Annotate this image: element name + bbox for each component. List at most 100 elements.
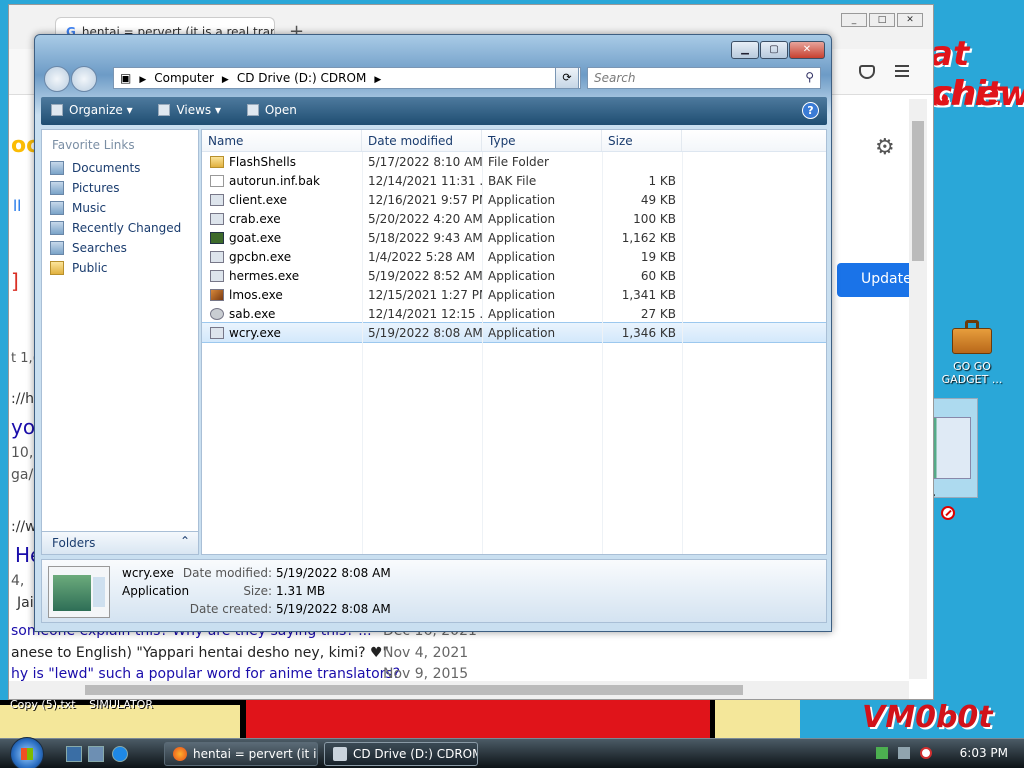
explorer-window-controls: ▁ ▢ ✕ (730, 41, 825, 59)
favorite-searches[interactable]: Searches (42, 238, 198, 258)
breadcrumb-arrow-icon: ▶ (221, 75, 229, 85)
close-button[interactable]: ✕ (789, 41, 825, 59)
details-file-name: wcry.exe (122, 566, 174, 580)
wallpaper-text: chew (932, 74, 1024, 114)
file-row[interactable]: lmos.exe 12/15/2021 1:27 PM Application 1,3… (202, 285, 826, 304)
file-name-cell: wcry.exe (202, 326, 362, 340)
file-row[interactable]: FlashShells 5/17/2022 8:10 AM File Folder (202, 152, 826, 171)
documents-icon (50, 161, 64, 175)
maximize-button[interactable]: ▢ (760, 41, 788, 59)
details-created-label: Date created: (189, 602, 272, 616)
file-row[interactable]: gpcbn.exe 1/4/2022 5:28 AM Application 19 K… (202, 247, 826, 266)
favorite-links-title: Favorite Links (52, 138, 135, 152)
search-result-link[interactable]: hy is "lewd" such a popular word for ani… (11, 666, 400, 682)
favorite-music[interactable]: Music (42, 198, 198, 218)
open-button[interactable]: Open (246, 103, 297, 117)
favorite-pictures[interactable]: Pictures (42, 178, 198, 198)
favorite-recently-changed[interactable]: Recently Changed (42, 218, 198, 238)
file-type-cell: Application (488, 306, 556, 321)
views-icon (158, 104, 171, 116)
file-row[interactable]: autorun.inf.bak 12/14/2021 11:31 ... BAK F… (202, 171, 826, 190)
help-icon[interactable]: ? (802, 102, 819, 119)
application-icon (210, 250, 224, 263)
browser-window-controls: _ □ ✕ (839, 11, 923, 27)
file-name-cell: sab.exe (202, 307, 362, 321)
start-button[interactable] (10, 737, 44, 768)
details-size-value: 1.31 MB (276, 584, 326, 598)
details-modified-label: Date modified: (182, 566, 272, 580)
file-row[interactable]: hermes.exe 5/19/2022 8:52 AM Application 60… (202, 266, 826, 285)
search-result-date: Nov 4, 2021 (383, 645, 469, 661)
page-fragment: Jai (17, 595, 34, 611)
folders-toggle[interactable]: Folders ⌃ (41, 531, 199, 555)
search-result-link[interactable]: anese to English) "Yappari hentai desho … (11, 645, 389, 661)
file-size-cell: 49 KB (640, 192, 676, 207)
file-row[interactable]: wcry.exe 5/19/2022 8:08 AM Application 1,34… (202, 322, 826, 343)
file-row[interactable]: crab.exe 5/20/2022 4:20 AM Application 100 … (202, 209, 826, 228)
organize-icon (51, 104, 63, 116)
minimize-button[interactable]: ▁ (731, 41, 759, 59)
breadcrumb-arrow-icon: ▶ (374, 75, 382, 85)
taskbar-explorer-button[interactable]: CD Drive (D:) CDROM (324, 742, 478, 766)
clock[interactable]: 6:03 PM (960, 746, 1008, 760)
search-placeholder: Search (594, 71, 636, 85)
gear-icon[interactable]: ⚙ (875, 135, 895, 160)
column-header-date[interactable]: Date modified (362, 130, 482, 151)
details-created-value: 5/19/2022 8:08 AM (276, 602, 391, 616)
column-header-name[interactable]: ⌃ Name (202, 130, 362, 151)
search-input[interactable]: Search ⚲ (587, 67, 821, 89)
search-icon[interactable]: ⚲ (805, 70, 814, 84)
minimize-button[interactable]: _ (841, 13, 867, 27)
recently-changed-icon (50, 221, 64, 235)
hamburger-menu-icon[interactable] (895, 65, 909, 77)
refresh-button[interactable]: ⟳ (555, 67, 579, 89)
favorite-documents[interactable]: Documents (42, 158, 198, 178)
file-date-cell: 5/17/2022 8:10 AM (368, 154, 482, 169)
application-icon (210, 212, 224, 225)
internet-explorer-icon[interactable] (112, 746, 128, 762)
maximize-button[interactable]: □ (869, 13, 895, 27)
volume-muted-icon[interactable] (919, 747, 932, 759)
page-fragment[interactable]: yo (11, 415, 35, 439)
briefcase-icon (952, 318, 992, 354)
file-icon (210, 174, 224, 187)
organize-button[interactable]: Organize ▾ (51, 103, 133, 117)
desktop-icon-gadget[interactable]: GO GO GADGET ... (940, 318, 1004, 386)
close-button[interactable]: ✕ (897, 13, 923, 27)
file-list[interactable]: ⌃ Name Date modified Type Size FlashShell… (201, 129, 827, 555)
show-desktop-icon[interactable] (66, 746, 82, 762)
search-result-date: Nov 9, 2015 (383, 666, 469, 682)
wallpaper-signature: VM0b0t (862, 700, 993, 735)
update-button[interactable]: Update (837, 263, 917, 297)
page-fragment: 10, (11, 445, 34, 461)
folder-icon (210, 155, 224, 168)
network-icon[interactable] (876, 747, 888, 759)
back-button[interactable] (44, 66, 70, 92)
breadcrumb-computer[interactable]: Computer (154, 71, 214, 85)
vertical-scrollbar[interactable] (909, 99, 927, 679)
column-header-size[interactable]: Size (602, 130, 682, 151)
breadcrumb-cdrom[interactable]: CD Drive (D:) CDROM (237, 71, 366, 85)
file-row[interactable]: sab.exe 12/14/2021 12:15 ... Application 27… (202, 304, 826, 323)
forward-button[interactable] (71, 66, 97, 92)
file-date-cell: 5/20/2022 4:20 AM (368, 211, 482, 226)
explorer-window[interactable]: ▁ ▢ ✕ ▣▶Computer▶CD Drive (D:) CDROM▶ ▼ … (34, 34, 832, 632)
open-icon (246, 104, 259, 116)
column-headers: ⌃ Name Date modified Type Size (202, 130, 826, 152)
taskbar-firefox-button[interactable]: hentai = pervert (it i... (164, 742, 318, 766)
views-button[interactable]: Views ▾ (158, 103, 221, 117)
file-row[interactable]: client.exe 12/16/2021 9:57 PM Application 4… (202, 190, 826, 209)
switch-windows-icon[interactable] (88, 746, 104, 762)
file-type-cell: Application (488, 325, 556, 340)
file-date-cell: 5/18/2022 9:43 AM (368, 230, 482, 245)
column-header-type[interactable]: Type (482, 130, 602, 151)
file-row[interactable]: goat.exe 5/18/2022 9:43 AM Application 1,16… (202, 228, 826, 247)
address-bar[interactable]: ▣▶Computer▶CD Drive (D:) CDROM▶ ▼ (113, 67, 581, 89)
file-size-cell: 19 KB (640, 249, 676, 264)
navigation-bar: ▣▶Computer▶CD Drive (D:) CDROM▶ ▼ ⟳ Sear… (41, 63, 827, 93)
favorite-public[interactable]: Public (42, 258, 198, 278)
pocket-icon[interactable] (859, 65, 875, 79)
horizontal-scrollbar[interactable] (9, 681, 909, 699)
file-name-cell: lmos.exe (202, 288, 362, 302)
display-icon[interactable] (897, 747, 910, 759)
